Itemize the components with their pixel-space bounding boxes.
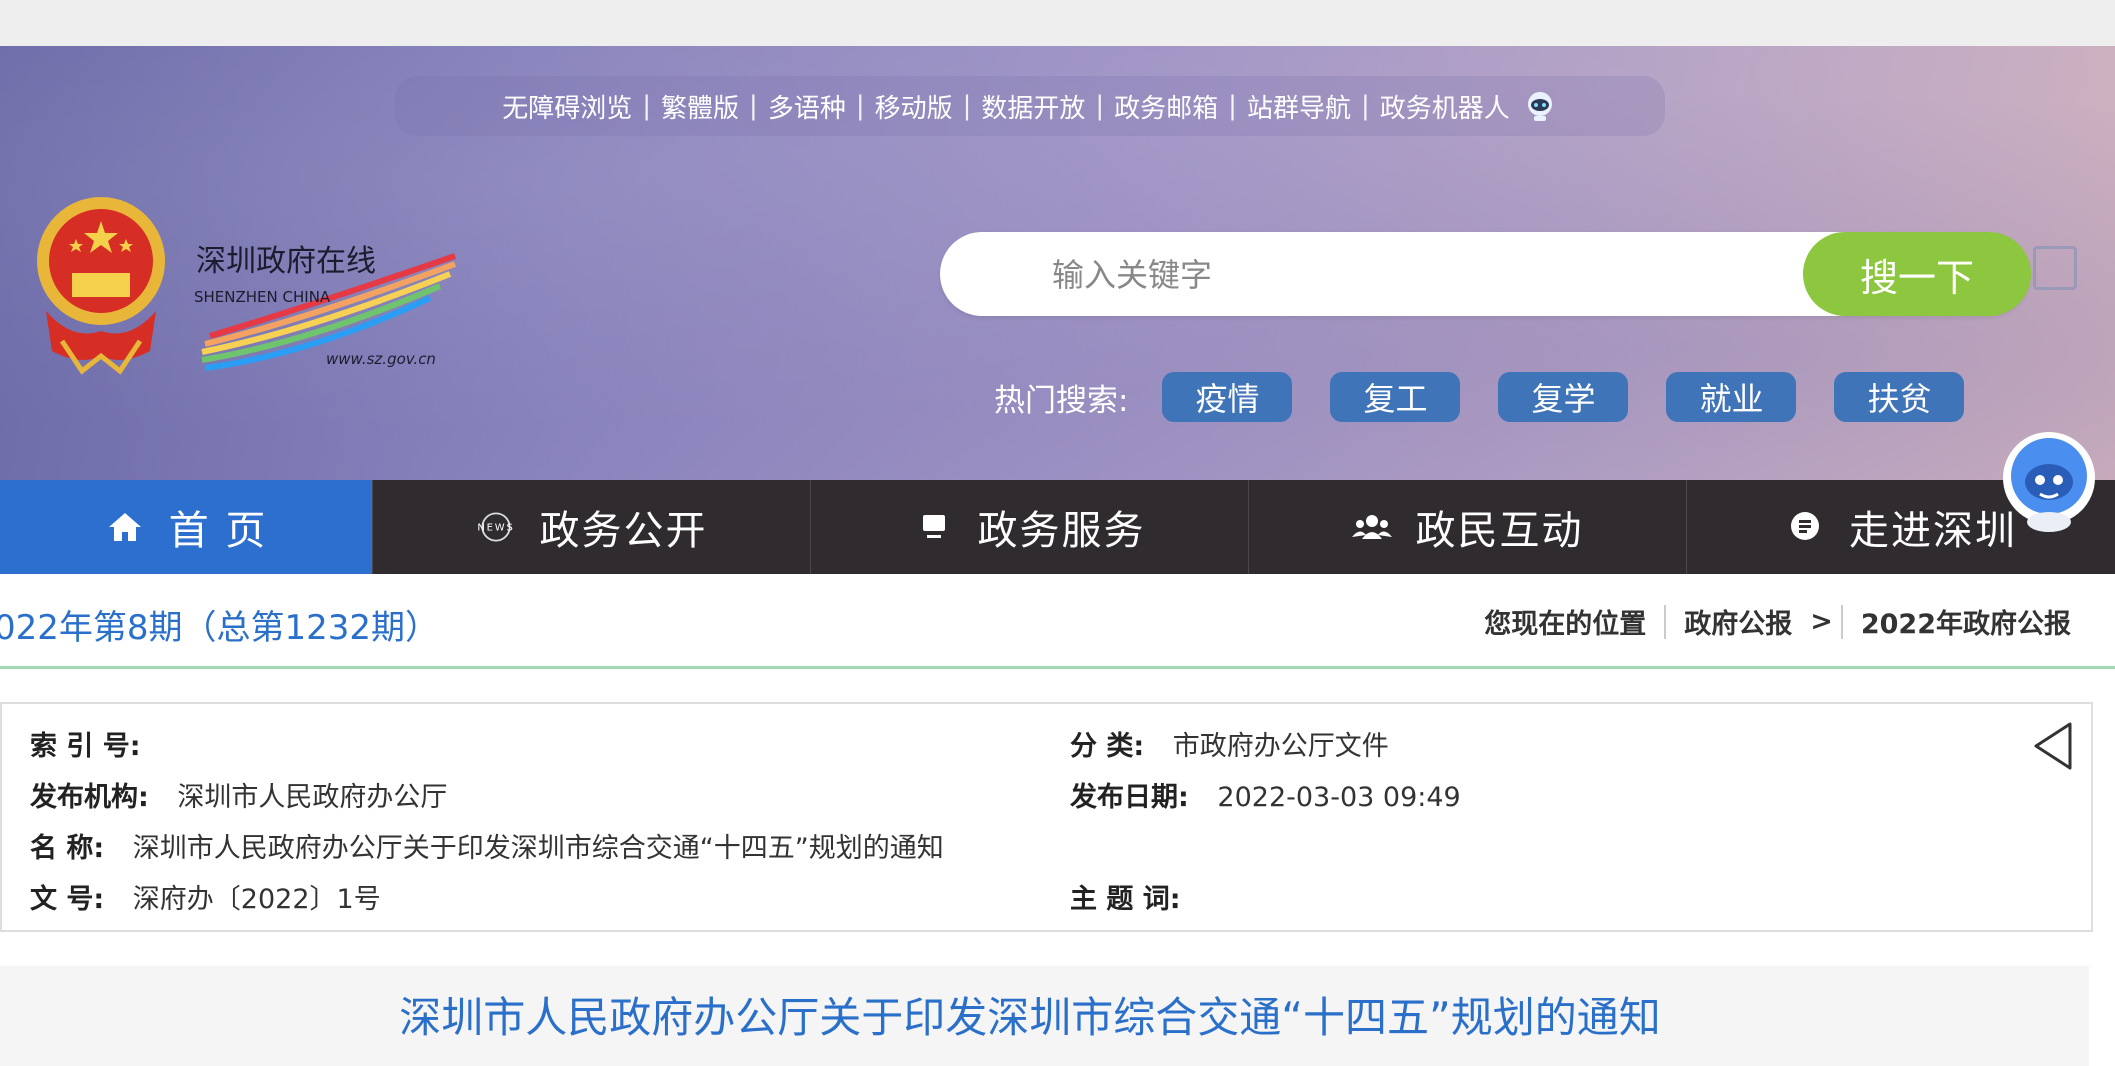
site-logo[interactable]: 深圳政府在线 SHENZHEN CHINA www.sz.gov.cn [190,244,460,376]
hot-tag-epidemic[interactable]: 疫情 [1162,372,1293,422]
publisher-label: 发布机构: [30,782,149,813]
location-label: 您现在的位置 [1484,609,1647,640]
hot-tag-poverty[interactable]: 扶贫 [1834,372,1965,422]
name-value: 深圳市人民政府办公厅关于印发深圳市综合交通“十四五”规划的通知 [132,833,944,864]
hot-search-bar: 热门搜索: 疫情 复工 复学 就业 扶贫 [994,372,2002,422]
nav-gov-services[interactable]: 政务服务 [811,480,1249,574]
top-link-open-data[interactable]: 数据开放 [981,88,1085,125]
main-nav: 首 页 NEWS 政务公开 政务服务 政民互动 走进深圳 [0,480,2115,574]
info-publisher: 发布机构: 深圳市人民政府办公厅 [30,775,447,814]
top-links-bar: 无障碍浏览 | 繁體版 | 多语种 | 移动版 | 数据开放 | 政务邮箱 | … [395,76,1665,136]
info-name: 名 称: 深圳市人民政府办公厅关于印发深圳市综合交通“十四五”规划的通知 [30,826,944,865]
top-link-multilingual[interactable]: 多语种 [768,88,846,125]
publisher-value: 深圳市人民政府办公厅 [177,782,448,813]
hot-tag-resume-school[interactable]: 复学 [1498,372,1629,422]
date-label: 发布日期: [1070,782,1189,813]
docno-value: 深府办〔2022〕1号 [132,884,381,915]
docno-label: 文 号: [30,884,105,915]
category-value: 市政府办公厅文件 [1172,731,1389,762]
top-link-accessibility[interactable]: 无障碍浏览 [502,88,632,125]
crumb-divider [1840,604,1843,639]
document-title: 深圳市人民政府办公厅关于印发深圳市综合交通“十四五”规划的通知 [399,993,1661,1042]
crumb-gov-gazette[interactable]: 政府公报 [1684,602,1792,641]
search-button[interactable]: 搜一下 [1803,232,2031,316]
nav-home-label: 首 页 [168,508,268,554]
hot-tag-resume-work[interactable]: 复工 [1330,372,1461,422]
top-link-site-nav[interactable]: 站群导航 [1247,88,1351,125]
computer-icon [914,507,954,547]
svg-text:NEWS: NEWS [477,523,514,534]
people-icon [1351,507,1392,547]
nav-about-shenzhen-label: 走进深圳 [1849,508,2017,554]
nav-gov-affairs[interactable]: NEWS 政务公开 [373,480,811,574]
date-value: 2022-03-03 09:49 [1217,782,1461,813]
info-category: 分 类: 市政府办公厅文件 [1070,724,1389,763]
hot-search-label: 热门搜索: [994,382,1129,419]
top-link-robot[interactable]: 政务机器人 [1380,88,1510,125]
issue-title[interactable]: 022年第8期（总第1232期） [0,600,439,649]
top-link-traditional[interactable]: 繁體版 [661,88,739,125]
category-label: 分 类: [1070,731,1145,762]
checkbox[interactable] [2033,246,2077,290]
crumb-2022-gazette[interactable]: 2022年政府公报 [1861,602,2071,641]
floating-robot-icon[interactable] [2000,430,2098,534]
top-strip [0,0,2115,46]
document-info-panel: 索 引 号: 分 类: 市政府办公厅文件 发布机构: 深圳市人民政府办公厅 发布… [0,702,2093,932]
logo-text-en: SHENZHEN CHINA [194,288,331,306]
subject-label: 主 题 词: [1070,884,1181,915]
index-label: 索 引 号: [30,731,141,762]
top-link-mobile[interactable]: 移动版 [875,88,953,125]
header-banner: 无障碍浏览 | 繁體版 | 多语种 | 移动版 | 数据开放 | 政务邮箱 | … [0,46,2115,480]
top-link-gov-mail[interactable]: 政务邮箱 [1114,88,1218,125]
crumb-divider [1664,604,1667,639]
nav-gov-affairs-label: 政务公开 [539,508,708,554]
info-date: 发布日期: 2022-03-03 09:49 [1070,775,1461,814]
robot-icon[interactable] [1522,88,1558,124]
name-label: 名 称: [30,833,105,864]
hot-tag-employment[interactable]: 就业 [1666,372,1797,422]
logo-text-cn: 深圳政府在线 [196,244,376,279]
collapse-arrow-icon[interactable] [2030,720,2076,772]
search-input[interactable] [1050,232,1814,318]
home-icon [105,507,145,547]
national-emblem-icon [37,197,165,375]
breadcrumb-bar: 022年第8期（总第1232期） 您现在的位置 政府公报 > 2022年政府公报 [0,574,2115,669]
breadcrumb: 您现在的位置 政府公报 > 2022年政府公报 [1484,602,2071,641]
nav-interaction-label: 政民互动 [1415,508,1584,554]
logo-url: www.sz.gov.cn [326,350,436,368]
crumb-arrow: > [1810,606,1833,637]
info-index: 索 引 号: [30,724,161,763]
nav-interaction[interactable]: 政民互动 [1249,480,1687,574]
info-subject: 主 题 词: [1070,877,1201,916]
info-docno: 文 号: 深府办〔2022〕1号 [30,877,381,916]
news-icon: NEWS [476,507,516,547]
info-bubble-icon [1785,507,1825,547]
nav-gov-services-label: 政务服务 [977,508,1146,554]
nav-home[interactable]: 首 页 [0,480,373,574]
